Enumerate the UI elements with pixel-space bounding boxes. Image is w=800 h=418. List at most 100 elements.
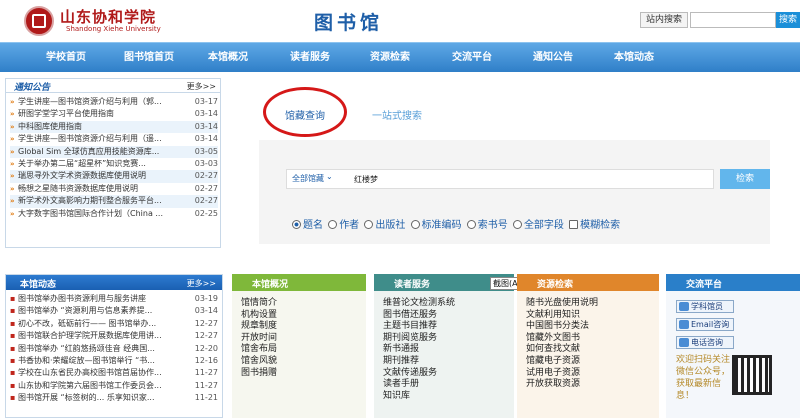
list-item[interactable]: ▪ 山东协和学院第六届图书馆工作委员会... 11-27	[10, 380, 218, 392]
tab-collection-search[interactable]: 馆藏查询	[285, 107, 325, 122]
checkbox-fuzzy[interactable]: 模糊检索	[569, 216, 620, 231]
bullet-icon: ▪	[10, 368, 16, 378]
list-item[interactable]: ▪ 学校在山东省民办高校图书馆首届协作... 11-27	[10, 367, 218, 379]
list-item[interactable]: » 研图学堂学习平台使用指南 03-14	[10, 108, 218, 120]
person-icon	[679, 302, 689, 311]
radio-author[interactable]: 作者	[328, 216, 359, 231]
news-header: 本馆动态 更多>>	[6, 275, 222, 290]
site-search-input[interactable]	[690, 12, 776, 28]
list-item[interactable]: 维普论文检测系统	[383, 298, 514, 310]
list-item[interactable]: 如何查找文献	[526, 344, 659, 356]
reader-services-list: 维普论文检测系统 图书借还服务 主题书目推荐 期刊阅览服务 新书通报 期刊推荐 …	[374, 291, 514, 418]
list-item[interactable]: » Global Sim 全球仿真应用技能资源库... 03-05	[10, 145, 218, 158]
list-item[interactable]: 文献利用知识	[526, 310, 659, 322]
list-item[interactable]: 试用电子资源	[526, 368, 659, 380]
search-scope-select[interactable]: 全部馆藏	[292, 173, 324, 184]
phone-consult-button[interactable]: 电话咨询	[676, 336, 734, 349]
radio-icon	[410, 220, 420, 229]
notice-list: » 学生讲座—图书馆资源介绍与利用（郭... 03-17 » 研图学堂学习平台使用指南…	[10, 96, 218, 220]
chevron-down-icon[interactable]: ⌄	[326, 172, 333, 181]
bullet-icon: ▪	[10, 306, 16, 316]
radio-call-number[interactable]: 索书号	[466, 216, 508, 231]
list-item[interactable]: 馆舍布局	[241, 344, 366, 356]
news-more-link[interactable]: 更多>>	[187, 278, 216, 289]
list-item[interactable]: 开放获取资源	[526, 379, 659, 391]
radio-publisher[interactable]: 出版社	[364, 216, 405, 231]
list-item[interactable]: 开放时间	[241, 333, 366, 345]
school-logo-icon[interactable]	[24, 6, 54, 36]
list-item[interactable]: ▪ 图书馆举办 “红韵悠扬颂佳音 经典国... 12-20	[10, 343, 218, 355]
list-item[interactable]: 新书通报	[383, 344, 514, 356]
search-button[interactable]: 检索	[720, 169, 770, 189]
nav-news[interactable]: 本馆动态	[606, 43, 662, 73]
nav-school-home[interactable]: 学校首页	[36, 43, 96, 73]
list-item[interactable]: ▪ 图书馆联合护理学院开展数据库使用讲... 12-27	[10, 330, 218, 342]
arrow-icon: »	[10, 209, 15, 218]
list-item[interactable]: 馆藏电子资源	[526, 356, 659, 368]
list-item[interactable]: 图书借还服务	[383, 310, 514, 322]
nav-library-home[interactable]: 图书馆首页	[116, 43, 182, 73]
list-item[interactable]: 规章制度	[241, 321, 366, 333]
list-item[interactable]: » 新学术外文高影响力期刊整合服务平台... 02-27	[10, 195, 218, 208]
resource-search-list: 随书光盘使用说明 文献利用知识 中国图书分类法 馆藏外文图书 如何查找文献 馆藏…	[517, 291, 659, 418]
site-search-button[interactable]: 搜索	[776, 12, 800, 28]
list-item[interactable]: ▪ 图书馆举办图书资源利用与服务讲座 03-19	[10, 293, 218, 305]
list-item[interactable]: » 瑞思寻外文学术资源数据库使用说明 02-27	[10, 170, 218, 183]
list-item[interactable]: » 畅想之星随书资源数据库使用说明 02-27	[10, 183, 218, 195]
list-item[interactable]: ▪ 图书馆开展 “标签树的... 乐享知识家... 11-21	[10, 392, 218, 404]
school-name[interactable]: 山东协和学院	[60, 6, 156, 27]
list-item[interactable]: 馆情简介	[241, 298, 366, 310]
site-search-scope[interactable]: 站内搜索	[640, 12, 688, 28]
list-item[interactable]: 读者手册	[383, 379, 514, 391]
arrow-icon: »	[10, 147, 15, 156]
list-item[interactable]: 随书光盘使用说明	[526, 298, 659, 310]
overview-panel: 本馆概况 馆情简介 机构设置 规章制度 开放时间 馆舍布局 馆舍风貌 图书捐赠	[232, 274, 366, 418]
list-item[interactable]: 中国图书分类法	[526, 321, 659, 333]
search-input[interactable]	[286, 169, 714, 189]
resource-search-title: 资源检索	[537, 280, 574, 290]
list-item[interactable]: 期刊阅览服务	[383, 333, 514, 345]
list-item[interactable]: » 中科图库使用指南 03-14	[10, 120, 218, 134]
notice-more-link[interactable]: 更多>>	[187, 81, 216, 92]
list-item[interactable]: » 大字数字图书馆国际合作计划（China ... 02-25	[10, 208, 218, 220]
list-item[interactable]: 馆藏外文图书	[526, 333, 659, 345]
phone-icon	[679, 338, 689, 347]
radio-icon	[328, 220, 338, 229]
school-english-name: Shandong Xiehe University	[66, 25, 161, 33]
subject-librarian-button[interactable]: 学科馆员	[676, 300, 734, 313]
list-item[interactable]: » 学生讲座—图书馆资源介绍与利用（遥... 03-14	[10, 133, 218, 145]
search-query-value[interactable]: 红楼梦	[354, 174, 378, 185]
nav-exchange[interactable]: 交流平台	[444, 43, 500, 73]
reader-services-title: 读者服务	[394, 280, 431, 290]
radio-all-fields[interactable]: 全部字段	[512, 216, 564, 231]
list-item[interactable]: 知识库	[383, 391, 514, 403]
email-consult-button[interactable]: Email咨询	[676, 318, 734, 331]
nav-resource-search[interactable]: 资源检索	[362, 43, 418, 73]
site-header: 山东协和学院 Shandong Xiehe University 图书馆 站内搜…	[0, 0, 800, 42]
tab-one-stop-search[interactable]: 一站式搜索	[372, 107, 422, 122]
list-item[interactable]: 馆舍风貌	[241, 356, 366, 368]
nav-overview[interactable]: 本馆概况	[200, 43, 256, 73]
radio-title[interactable]: 题名	[292, 216, 323, 231]
bullet-icon: ▪	[10, 294, 16, 303]
list-item[interactable]: 机构设置	[241, 310, 366, 322]
radio-standard-code[interactable]: 标准编码	[410, 216, 462, 231]
nav-reader-services[interactable]: 读者服务	[282, 43, 338, 73]
list-item[interactable]: 文献传递服务	[383, 368, 514, 380]
list-item[interactable]: ▪ 书香协和·荣耀绽放—图书馆举行 “书... 12-16	[10, 355, 218, 367]
nav-notices[interactable]: 通知公告	[525, 43, 581, 73]
overview-header: 本馆概况	[232, 274, 366, 291]
list-item[interactable]: » 学生讲座—图书馆资源介绍与利用（郭... 03-17	[10, 96, 218, 108]
reader-services-panel: 读者服务 维普论文检测系统 图书借还服务 主题书目推荐 期刊阅览服务 新书通报 …	[374, 274, 514, 418]
bullet-icon: ▪	[10, 318, 16, 328]
news-panel: 本馆动态 更多>> ▪ 图书馆举办图书资源利用与服务讲座 03-19 ▪ 图书馆举办 …	[5, 274, 223, 418]
list-item[interactable]: ▪ 图书馆举办 “资源利用与信息素养提... 03-14	[10, 305, 218, 317]
bullet-icon: ▪	[10, 380, 16, 390]
list-item[interactable]: 图书捐赠	[241, 368, 366, 380]
notice-header: 通知公告 更多>>	[6, 79, 220, 93]
list-item[interactable]: 期刊推荐	[383, 356, 514, 368]
list-item[interactable]: ▪ 初心不改，砥砺前行—— 图书馆举办... 12-27	[10, 318, 218, 330]
list-item[interactable]: 主题书目推荐	[383, 321, 514, 333]
email-icon	[679, 320, 689, 329]
list-item[interactable]: » 关于举办第二届“超星杯”知识竞赛... 03-03	[10, 158, 218, 170]
